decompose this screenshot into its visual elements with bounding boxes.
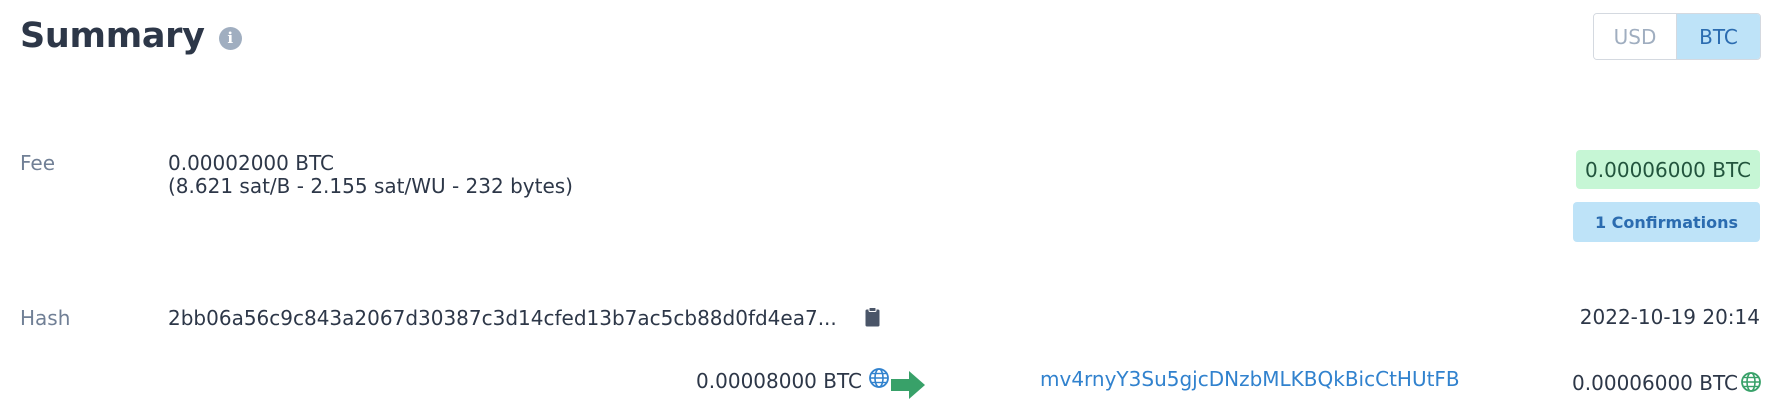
globe-icon[interactable] [1741,372,1761,392]
currency-toggle: USD BTC [1593,13,1761,60]
arrow-right-icon [891,371,925,399]
currency-btc-button[interactable]: BTC [1677,14,1760,59]
output-address-link[interactable]: mv4rnyY3Su5gjcDNzbMLKBQkBicCtHUtFB [1040,367,1460,391]
currency-usd-button[interactable]: USD [1594,14,1677,59]
summary-header: Summary i [20,16,242,56]
output-amount: 0.00006000 BTC [1572,371,1738,395]
globe-icon[interactable] [869,368,889,388]
fee-details: (8.621 sat/B - 2.155 sat/WU - 232 bytes) [168,174,573,198]
input-amount: 0.00008000 BTC [696,369,862,393]
hash-label: Hash [20,306,71,330]
info-icon[interactable]: i [218,26,242,50]
confirmations-badge: 1 Confirmations [1573,202,1760,242]
page-title: Summary [20,16,205,56]
clipboard-icon[interactable] [865,307,880,327]
fee-amount: 0.00002000 BTC [168,151,334,175]
transaction-timestamp: 2022-10-19 20:14 [1579,305,1760,329]
total-amount-badge: 0.00006000 BTC [1576,150,1760,189]
hash-value[interactable]: 2bb06a56c9c843a2067d30387c3d14cfed13b7ac… [168,306,837,330]
fee-label: Fee [20,151,56,175]
